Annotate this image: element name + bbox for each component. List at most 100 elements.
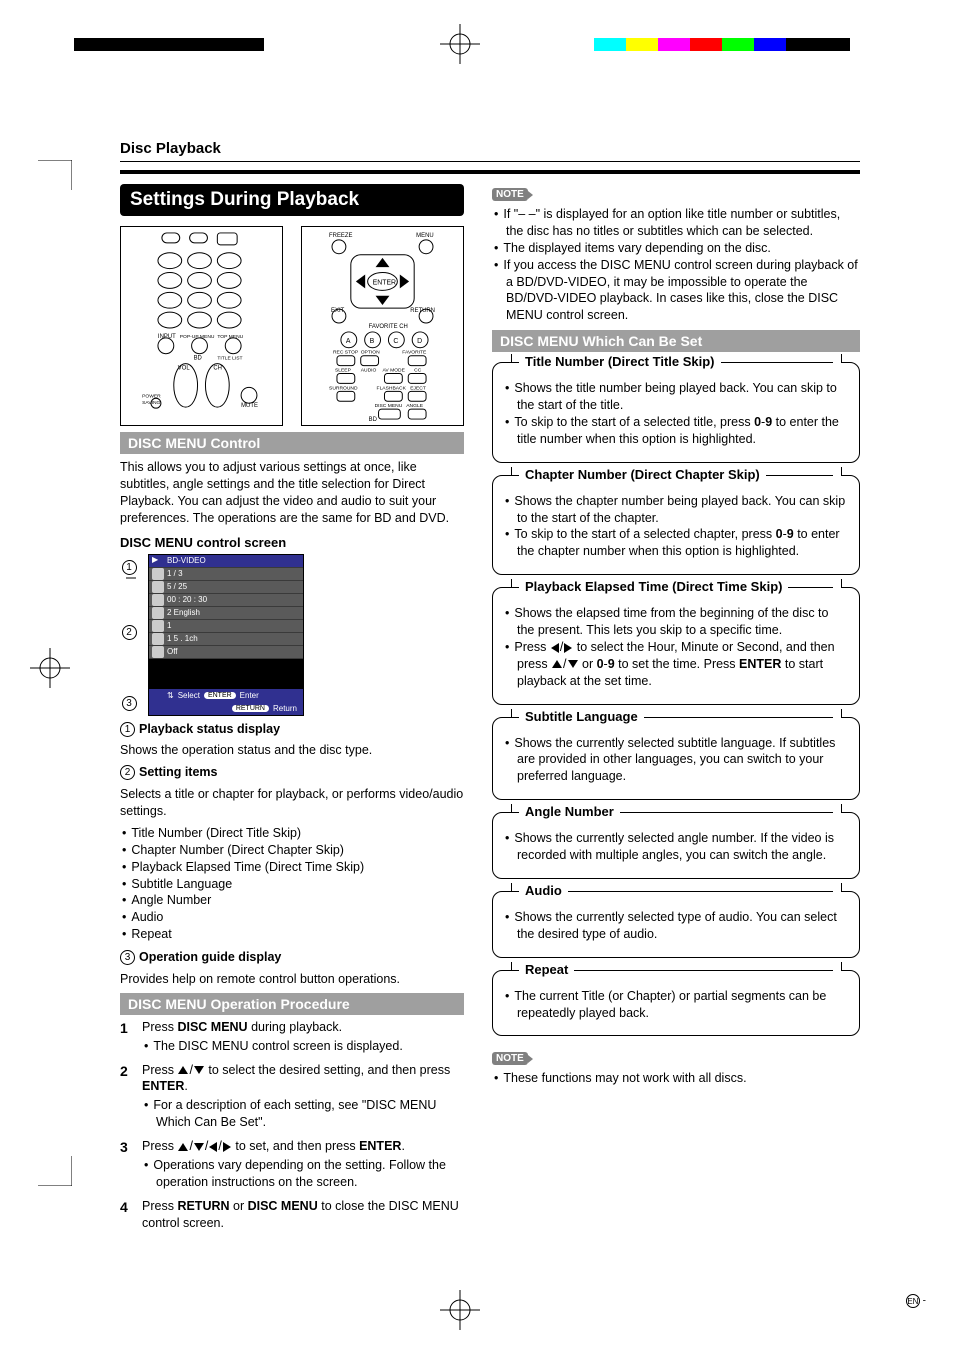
menu-screen-illustration: 1 2 3 ▶BD-VIDEO 1 / 3 5 / 25 00 : 20 : 3… (120, 554, 464, 716)
rule (120, 161, 860, 162)
left-arrow-icon (209, 1142, 217, 1152)
svg-text:ENTER: ENTER (373, 279, 396, 286)
svg-text:A: A (346, 338, 351, 345)
side-bracket-bottom (38, 1156, 72, 1186)
option-items: Shows the currently selected type of aud… (503, 909, 849, 943)
registration-bar-left (74, 38, 264, 51)
option-item: The current Title (or Chapter) or partia… (517, 988, 849, 1022)
svg-text:SAVING: SAVING (142, 400, 160, 406)
option-items: Shows the currently selected angle numbe… (503, 830, 849, 864)
remote-diagrams: INPUT POP-UP MENU TOP MENU BD TITLE LIST… (120, 226, 464, 426)
screen-title: BD-VIDEO (167, 556, 206, 565)
screen-heading: DISC MENU control screen (120, 535, 464, 550)
callout-2-icon: 2 (122, 625, 137, 640)
down-arrow-icon (568, 660, 578, 668)
option-title: Audio (519, 883, 568, 898)
procedure-steps: 1 Press DISC MENU during playback. The D… (120, 1019, 464, 1232)
option-title: Angle Number (519, 804, 620, 819)
title-icon (152, 568, 164, 580)
option-item: Shows the currently selected subtitle la… (517, 735, 849, 786)
up-arrow-icon (178, 1066, 188, 1074)
option-item: Shows the currently selected type of aud… (517, 909, 849, 943)
step-1: 1 Press DISC MENU during playback. The D… (120, 1019, 464, 1055)
svg-text:BD: BD (369, 417, 377, 423)
right-arrow-icon (564, 643, 572, 653)
svg-text:POP-UP MENU: POP-UP MENU (180, 334, 215, 340)
subtitle-icon (152, 607, 164, 619)
option-items: Shows the title number being played back… (503, 380, 849, 448)
menu-control-para: This allows you to adjust various settin… (120, 459, 464, 527)
option-item: Shows the chapter number being played ba… (517, 493, 849, 527)
side-bracket-top (38, 160, 72, 190)
subsection-op-procedure: DISC MENU Operation Procedure (120, 993, 464, 1015)
registration-bar-right (594, 38, 850, 51)
svg-text:FAVORITE CH: FAVORITE CH (369, 324, 408, 330)
option-box: RepeatThe current Title (or Chapter) or … (492, 970, 860, 1037)
svg-text:ANGLE: ANGLE (406, 403, 423, 409)
svg-text:B: B (370, 338, 375, 345)
column-right: NOTE If "– –" is displayed for an option… (492, 184, 860, 1238)
notes-list-2: These functions may not work with all di… (492, 1070, 860, 1087)
section-title: Settings During Playback (120, 184, 464, 216)
item-2-list: Title Number (Direct Title Skip) Chapter… (120, 825, 464, 943)
option-title: Playback Elapsed Time (Direct Time Skip) (519, 579, 788, 594)
svg-text:BD: BD (194, 356, 202, 362)
callout-1-icon: 1 (122, 560, 137, 575)
svg-text:OPTION: OPTION (361, 350, 380, 356)
option-title: Chapter Number (Direct Chapter Skip) (519, 467, 766, 482)
note-badge: NOTE (492, 188, 528, 201)
option-title: Subtitle Language (519, 709, 644, 724)
option-item: To skip to the start of a selected chapt… (517, 526, 849, 560)
step-2: 2 Press / to select the desired setting,… (120, 1062, 464, 1132)
option-box: Title Number (Direct Title Skip)Shows th… (492, 362, 860, 463)
option-box: AudioShows the currently selected type o… (492, 891, 860, 958)
subsection-which-set: DISC MENU Which Can Be Set (492, 330, 860, 352)
svg-text:SURROUND: SURROUND (329, 385, 358, 391)
svg-text:EXIT: EXIT (331, 308, 345, 314)
svg-text:RETURN: RETURN (410, 308, 435, 314)
subsection-menu-control: DISC MENU Control (120, 432, 464, 454)
svg-text:DISC MENU: DISC MENU (375, 403, 403, 409)
step-4: 4 Press RETURN or DISC MENU to close the… (120, 1198, 464, 1232)
option-box: Subtitle LanguageShows the currently sel… (492, 717, 860, 801)
svg-text:MUTE: MUTE (241, 403, 258, 409)
notes-list-1: If "– –" is displayed for an option like… (492, 206, 860, 324)
audio-icon (152, 633, 164, 645)
option-item: Press / to select the Hour, Minute or Se… (517, 639, 849, 690)
svg-text:EJECT: EJECT (410, 385, 426, 391)
chapter-icon (152, 581, 164, 593)
svg-text:REC STOP: REC STOP (333, 350, 359, 356)
play-icon: ▶ (152, 555, 164, 567)
option-title: Title Number (Direct Title Skip) (519, 354, 721, 369)
svg-text:CH: CH (213, 366, 222, 372)
option-item: Shows the elapsed time from the beginnin… (517, 605, 849, 639)
option-box: Chapter Number (Direct Chapter Skip)Show… (492, 475, 860, 576)
svg-text:TOP MENU: TOP MENU (217, 334, 243, 340)
item-3-body: Provides help on remote control button o… (120, 971, 464, 988)
svg-text:AV MODE: AV MODE (383, 368, 406, 374)
remote-diagram-right: FREEZE MENU ENTER EXIT RETURN FAVORITE C… (301, 226, 464, 426)
item-3: 3Operation guide display (120, 949, 464, 966)
return-pill: RETURN (232, 705, 269, 712)
enter-pill: ENTER (204, 692, 236, 699)
breadcrumb: Disc Playback (120, 140, 860, 157)
note-badge-2: NOTE (492, 1052, 528, 1065)
callout-3-icon: 3 (122, 696, 137, 711)
option-item: Shows the currently selected angle numbe… (517, 830, 849, 864)
svg-text:TITLE LIST: TITLE LIST (217, 356, 242, 362)
svg-text:CC: CC (414, 368, 422, 374)
svg-text:D: D (417, 338, 422, 345)
crop-mark-bottom (440, 1290, 480, 1330)
page-marker: EN - (906, 1294, 926, 1308)
column-left: Settings During Playback (120, 184, 464, 1238)
svg-text:INPUT: INPUT (158, 334, 176, 340)
repeat-icon (152, 646, 164, 658)
item-2-body: Selects a title or chapter for playback,… (120, 786, 464, 820)
svg-text:FLASHBACK: FLASHBACK (377, 385, 407, 391)
item-2: 2Setting items (120, 764, 464, 781)
option-item: To skip to the start of a selected title… (517, 414, 849, 448)
svg-text:FAVORITE: FAVORITE (402, 350, 427, 356)
down-arrow-icon (194, 1066, 204, 1074)
svg-text:VOL: VOL (178, 366, 191, 372)
svg-text:MENU: MENU (416, 233, 433, 239)
